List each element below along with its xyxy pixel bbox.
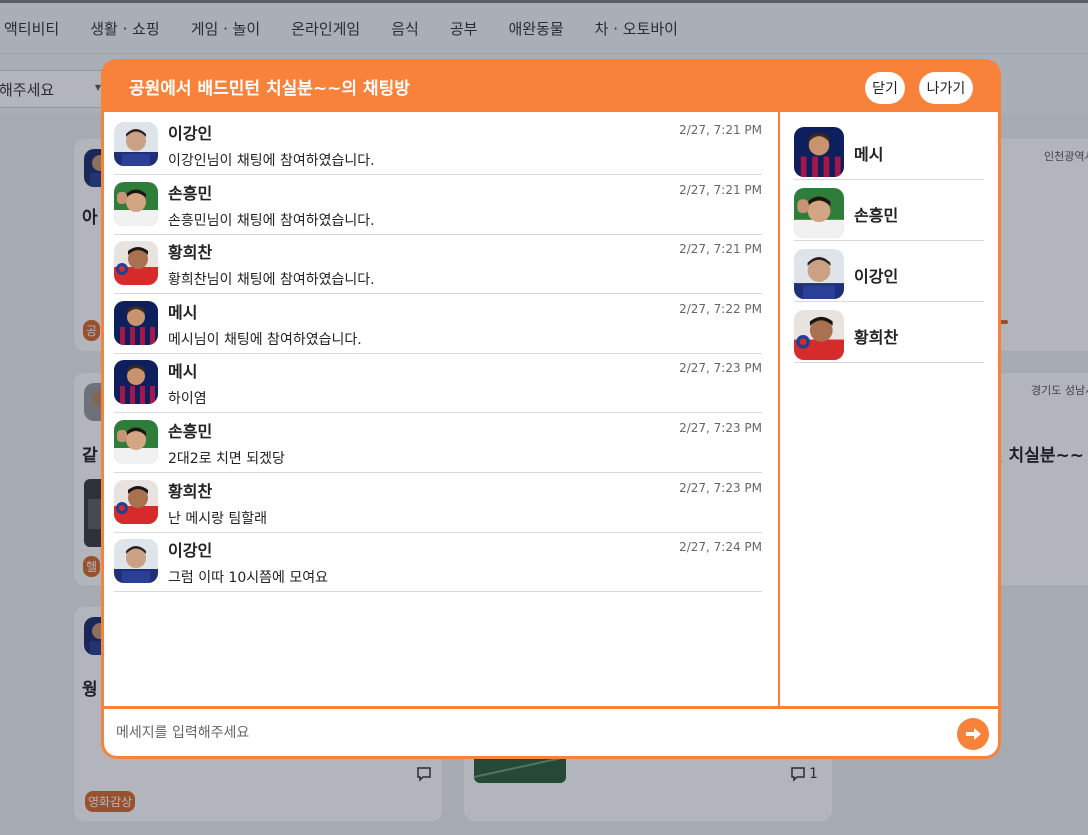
chat-message: 손흥민 2/27, 7:23 PM 2대2로 치면 되겠당 (114, 413, 762, 473)
member-name: 메시 (854, 145, 884, 164)
user-avatar[interactable] (114, 539, 158, 584)
message-sender[interactable]: 손흥민 (168, 418, 212, 442)
member-avatar (794, 249, 844, 299)
message-text: 메시님이 채팅에 참여하였습니다. (168, 331, 362, 348)
message-list[interactable]: 이강인 2/27, 7:21 PM 이강인님이 채팅에 참여하였습니다. 손흥민 2/2… (104, 112, 778, 706)
message-timestamp: 2/27, 7:21 PM (679, 242, 762, 257)
message-text: 하이염 (168, 391, 207, 408)
message-sender[interactable]: 손흥민 (168, 180, 212, 204)
member-name: 황희찬 (854, 328, 899, 347)
chat-message: 이강인 2/27, 7:21 PM 이강인님이 채팅에 참여하였습니다. (114, 115, 762, 175)
member-avatar (794, 310, 844, 360)
message-timestamp: 2/27, 7:21 PM (679, 182, 762, 197)
message-text: 2대2로 치면 되겠당 (168, 451, 285, 467)
message-text: 손흥민님이 채팅에 참여하였습니다. (168, 212, 375, 229)
leave-button[interactable]: 나가기 (919, 72, 973, 104)
member-name: 이강인 (854, 267, 899, 286)
member-item[interactable]: 메시 (794, 119, 984, 180)
message-sender[interactable]: 황희찬 (168, 239, 212, 263)
chat-message: 손흥민 2/27, 7:21 PM 손흥민님이 채팅에 참여하였습니다. (114, 175, 762, 235)
message-timestamp: 2/27, 7:24 PM (679, 540, 762, 555)
user-avatar[interactable] (114, 181, 158, 226)
chat-modal: 공원에서 배드민턴 치실분~~의 채팅방 닫기 나가기 이강인 2/27, 7:2… (101, 59, 1001, 759)
user-avatar[interactable] (114, 300, 158, 345)
message-sender[interactable]: 황희찬 (168, 478, 212, 502)
chat-message: 황희찬 2/27, 7:21 PM 황희찬님이 채팅에 참여하였습니다. (114, 234, 762, 295)
message-text: 그럼 이따 10시쯤에 모여요 (168, 570, 328, 587)
user-avatar[interactable] (114, 241, 158, 286)
message-timestamp: 2/27, 7:23 PM (679, 421, 762, 435)
message-text: 난 메시랑 팀할래 (168, 510, 268, 527)
member-list: 메시손흥민이강인황희찬 (780, 112, 998, 706)
message-timestamp: 2/27, 7:23 PM (679, 480, 762, 495)
message-timestamp: 2/27, 7:23 PM (679, 361, 762, 376)
member-avatar (794, 188, 844, 238)
chat-message: 이강인 2/27, 7:24 PM 그럼 이따 10시쯤에 모여요 (114, 532, 762, 593)
message-sender[interactable]: 이강인 (168, 120, 212, 144)
user-avatar[interactable] (114, 479, 158, 524)
member-item[interactable]: 황희찬 (794, 302, 984, 363)
chat-message: 황희찬 2/27, 7:23 PM 난 메시랑 팀할래 (114, 473, 762, 533)
chat-message: 메시 2/27, 7:22 PM 메시님이 채팅에 참여하였습니다. (114, 294, 762, 354)
message-text: 황희찬님이 채팅에 참여하였습니다. (168, 272, 375, 289)
arrow-right-icon (966, 728, 981, 740)
message-sender[interactable]: 메시 (168, 299, 197, 323)
member-item[interactable]: 이강인 (794, 241, 984, 302)
member-item[interactable]: 손흥민 (794, 180, 984, 241)
user-avatar[interactable] (114, 360, 158, 405)
message-timestamp: 2/27, 7:21 PM (679, 123, 762, 137)
message-sender[interactable]: 메시 (168, 358, 197, 382)
user-avatar[interactable] (114, 420, 158, 464)
chat-title: 공원에서 배드민턴 치실분~~의 채팅방 (129, 79, 410, 99)
message-timestamp: 2/27, 7:22 PM (679, 301, 762, 316)
chat-message: 메시 2/27, 7:23 PM 하이염 (114, 353, 762, 414)
member-avatar (794, 127, 844, 177)
send-button[interactable] (957, 718, 989, 750)
message-input[interactable] (116, 721, 916, 745)
user-avatar[interactable] (114, 122, 158, 166)
chat-header: 공원에서 배드민턴 치실분~~의 채팅방 닫기 나가기 (101, 59, 1001, 112)
message-sender[interactable]: 이강인 (168, 537, 212, 561)
message-text: 이강인님이 채팅에 참여하였습니다. (168, 153, 375, 169)
message-composer (104, 709, 998, 756)
member-name: 손흥민 (854, 206, 899, 225)
close-button[interactable]: 닫기 (865, 72, 905, 104)
